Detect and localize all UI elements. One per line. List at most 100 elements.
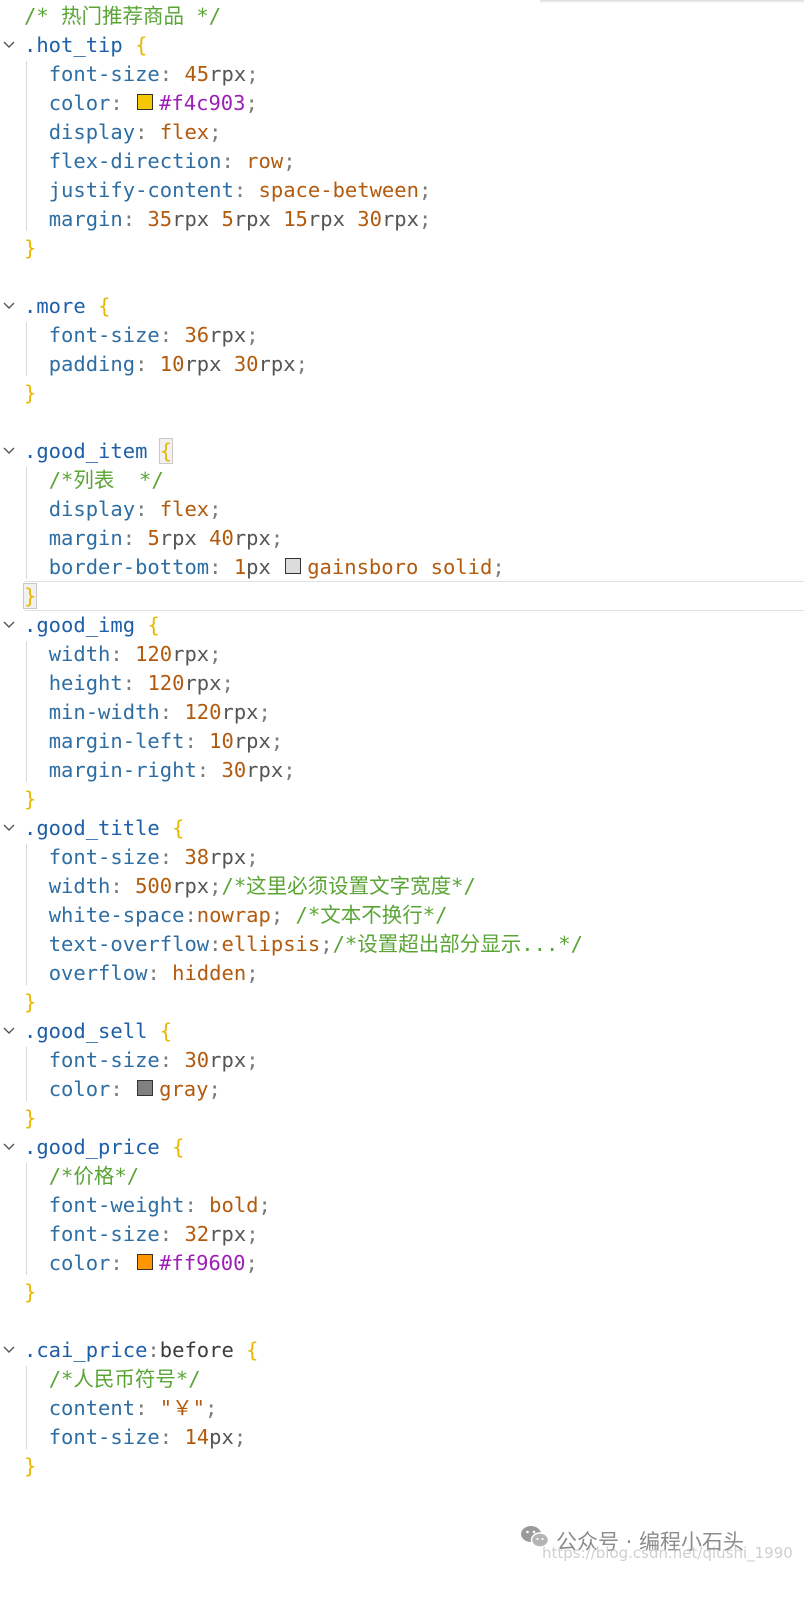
code-punctuation: ; bbox=[209, 874, 222, 898]
code-line[interactable]: overflow: hidden; bbox=[0, 958, 804, 988]
code-line[interactable]: margin: 35rpx 5rpx 15rpx 30rpx; bbox=[0, 204, 804, 234]
code-line[interactable]: /*人民币符号*/ bbox=[0, 1364, 804, 1394]
fold-chevron-icon[interactable] bbox=[2, 1016, 16, 1046]
code-line[interactable]: width: 120rpx; bbox=[0, 639, 804, 669]
css-number: 36 bbox=[184, 323, 210, 347]
code-line[interactable]: color: #ff9600; bbox=[0, 1248, 804, 1278]
code-line[interactable]: } bbox=[0, 233, 804, 263]
code-line[interactable]: .good_title { bbox=[0, 813, 804, 843]
code-text: text-overflow:ellipsis;/*设置超出部分显示...*/ bbox=[24, 929, 583, 959]
code-line[interactable]: margin-left: 10rpx; bbox=[0, 726, 804, 756]
code-punctuation: ; bbox=[208, 1077, 221, 1101]
code-line[interactable]: font-size: 32rpx; bbox=[0, 1219, 804, 1249]
code-line[interactable]: width: 500rpx;/*这里必须设置文字宽度*/ bbox=[0, 871, 804, 901]
code-line[interactable]: min-width: 120rpx; bbox=[0, 697, 804, 727]
code-line[interactable]: margin-right: 30rpx; bbox=[0, 755, 804, 785]
css-number: 32 bbox=[184, 1222, 210, 1246]
code-line[interactable]: } bbox=[0, 378, 804, 408]
color-swatch[interactable] bbox=[137, 1254, 154, 1270]
code-punctuation: : bbox=[184, 729, 210, 753]
css-value: flex bbox=[159, 120, 210, 144]
css-unit: px bbox=[246, 555, 284, 579]
code-punctuation: : bbox=[110, 642, 136, 666]
fold-chevron-icon[interactable] bbox=[2, 1132, 16, 1162]
css-value: space-between bbox=[258, 178, 419, 202]
css-number: 38 bbox=[184, 845, 210, 869]
css-unit: rpx bbox=[258, 352, 296, 376]
code-line[interactable] bbox=[0, 262, 804, 292]
code-line[interactable]: padding: 10rpx 30rpx; bbox=[0, 349, 804, 379]
fold-chevron-icon[interactable] bbox=[2, 610, 16, 640]
fold-chevron-icon[interactable] bbox=[2, 1335, 16, 1365]
code-line[interactable]: white-space:nowrap; /*文本不换行*/ bbox=[0, 900, 804, 930]
css-property: font-size bbox=[48, 323, 160, 347]
indent-guide bbox=[26, 844, 27, 985]
code-line[interactable]: } bbox=[0, 1103, 804, 1133]
code-line[interactable] bbox=[0, 1306, 804, 1336]
code-text: display: flex; bbox=[24, 117, 222, 147]
code-text: margin: 35rpx 5rpx 15rpx 30rpx; bbox=[24, 204, 432, 234]
code-punctuation: : bbox=[221, 149, 247, 173]
code-line[interactable]: color: gray; bbox=[0, 1074, 804, 1104]
css-unit: rpx bbox=[172, 642, 210, 666]
css-hex-color: #ff9600 bbox=[159, 1251, 246, 1275]
code-line[interactable]: .more { bbox=[0, 291, 804, 321]
code-line[interactable]: flex-direction: row; bbox=[0, 146, 804, 176]
code-line[interactable]: .good_img { bbox=[0, 610, 804, 640]
code-line[interactable]: display: flex; bbox=[0, 117, 804, 147]
fold-chevron-icon[interactable] bbox=[2, 30, 16, 60]
code-line[interactable]: text-overflow:ellipsis;/*设置超出部分显示...*/ bbox=[0, 929, 804, 959]
code-line[interactable]: font-weight: bold; bbox=[0, 1190, 804, 1220]
fold-chevron-icon[interactable] bbox=[2, 813, 16, 843]
code-line[interactable]: } bbox=[0, 1451, 804, 1481]
css-property: flex-direction bbox=[48, 149, 222, 173]
color-swatch[interactable] bbox=[285, 558, 302, 574]
color-swatch[interactable] bbox=[137, 94, 154, 110]
css-number: 120 bbox=[184, 700, 222, 724]
code-line[interactable]: height: 120rpx; bbox=[0, 668, 804, 698]
code-line[interactable]: } bbox=[0, 784, 804, 814]
code-brace: } bbox=[24, 381, 37, 405]
code-line[interactable]: .hot_tip { bbox=[0, 30, 804, 60]
code-line[interactable]: /*价格*/ bbox=[0, 1161, 804, 1191]
code-line[interactable]: .cai_price:before { bbox=[0, 1335, 804, 1365]
code-line[interactable]: font-size: 45rpx; bbox=[0, 59, 804, 89]
code-line[interactable]: font-size: 30rpx; bbox=[0, 1045, 804, 1075]
fold-chevron-icon[interactable] bbox=[2, 436, 16, 466]
code-line[interactable]: display: flex; bbox=[0, 494, 804, 524]
code-punctuation: ; bbox=[209, 497, 222, 521]
code-line[interactable]: font-size: 38rpx; bbox=[0, 842, 804, 872]
code-line[interactable]: } bbox=[0, 987, 804, 1017]
code-punctuation: : bbox=[159, 700, 185, 724]
code-line[interactable]: } bbox=[0, 1277, 804, 1307]
code-line[interactable]: } bbox=[0, 581, 804, 611]
code-punctuation: ; bbox=[418, 178, 432, 202]
code-line[interactable]: .good_item { bbox=[0, 436, 804, 466]
code-line[interactable]: .good_sell { bbox=[0, 1016, 804, 1046]
code-line[interactable]: /*列表 */ bbox=[0, 465, 804, 495]
color-swatch[interactable] bbox=[137, 1080, 154, 1096]
code-line[interactable]: border-bottom: 1px gainsboro solid; bbox=[0, 552, 804, 582]
code-editor[interactable]: /* 热门推荐商品 */.hot_tip { font-size: 45rpx;… bbox=[0, 0, 804, 1624]
code-line[interactable]: color: #f4c903; bbox=[0, 88, 804, 118]
code-line[interactable]: font-size: 14px; bbox=[0, 1422, 804, 1452]
code-line[interactable] bbox=[0, 407, 804, 437]
css-number: 120 bbox=[147, 671, 185, 695]
code-line[interactable]: margin: 5rpx 40rpx; bbox=[0, 523, 804, 553]
code-line[interactable]: justify-content: space-between; bbox=[0, 175, 804, 205]
css-property: margin-left bbox=[48, 729, 185, 753]
code-line[interactable]: /* 热门推荐商品 */ bbox=[0, 1, 804, 31]
code-line[interactable]: content: "￥"; bbox=[0, 1393, 804, 1423]
code-comment: /*设置超出部分显示...*/ bbox=[332, 932, 583, 956]
fold-chevron-icon[interactable] bbox=[2, 291, 16, 321]
code-line[interactable]: font-size: 36rpx; bbox=[0, 320, 804, 350]
code-line[interactable]: .good_price { bbox=[0, 1132, 804, 1162]
